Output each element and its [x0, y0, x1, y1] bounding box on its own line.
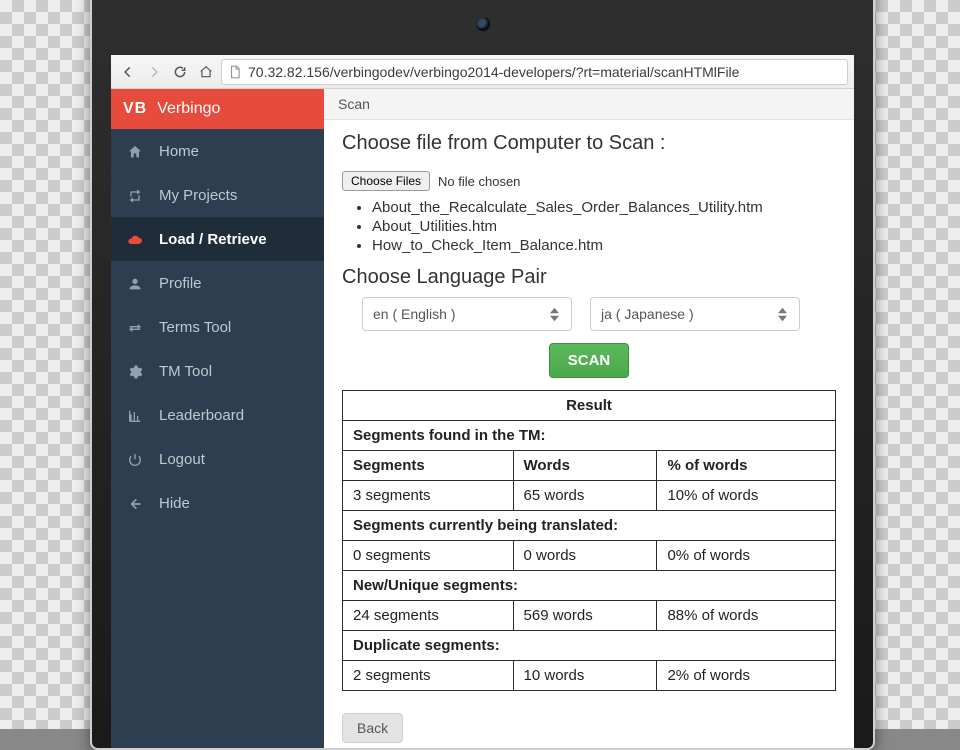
table-row: New/Unique segments: [343, 571, 836, 601]
back-button[interactable]: Back [342, 713, 403, 743]
home-icon [127, 144, 145, 160]
user-icon [127, 276, 145, 292]
sidebar-item-label: Home [159, 143, 199, 160]
content-area: Scan Choose file from Computer to Scan :… [324, 89, 854, 748]
browser-toolbar: 70.32.82.156/verbingodev/verbingo2014-de… [111, 55, 854, 89]
file-chooser: Choose Files No file chosen [342, 171, 520, 191]
retweet-icon [127, 188, 145, 204]
back-browser-button[interactable] [117, 61, 139, 83]
address-url: 70.32.82.156/verbingodev/verbingo2014-de… [248, 64, 739, 80]
chosen-file-list: About_the_Recalculate_Sales_Order_Balanc… [372, 199, 836, 254]
no-file-chosen-text: No file chosen [438, 174, 520, 189]
sidebar-item-label: Profile [159, 275, 202, 292]
brand-badge: VB [123, 100, 147, 118]
brand-name: Verbingo [157, 100, 220, 118]
sidebar-item-label: My Projects [159, 187, 237, 204]
sidebar: VB Verbingo Home My Projects [111, 89, 324, 748]
choose-files-button[interactable]: Choose Files [342, 171, 430, 191]
reload-browser-button[interactable] [169, 61, 191, 83]
list-item: How_to_Check_Item_Balance.htm [372, 237, 836, 254]
gear-icon [127, 364, 145, 380]
sidebar-item-load-retrieve[interactable]: Load / Retrieve [111, 217, 324, 261]
scan-button[interactable]: SCAN [549, 343, 630, 378]
sidebar-item-label: Leaderboard [159, 407, 244, 424]
sidebar-item-label: Terms Tool [159, 319, 231, 336]
sidebar-item-my-projects[interactable]: My Projects [111, 173, 324, 217]
sidebar-item-home[interactable]: Home [111, 129, 324, 173]
sidebar-item-profile[interactable]: Profile [111, 261, 324, 305]
sidebar-item-terms-tool[interactable]: Terms Tool [111, 305, 324, 349]
result-table: Result Segments found in the TM: Segment… [342, 390, 836, 691]
sidebar-item-leaderboard[interactable]: Leaderboard [111, 393, 324, 437]
exchange-icon [127, 320, 145, 336]
sidebar-item-tm-tool[interactable]: TM Tool [111, 349, 324, 393]
page-title: Scan [324, 89, 854, 120]
tablet-screen: 70.32.82.156/verbingodev/verbingo2014-de… [111, 55, 854, 748]
chevron-up-down-icon [775, 307, 789, 322]
table-row: Segments found in the TM: [343, 421, 836, 451]
sidebar-item-label: Hide [159, 495, 190, 512]
chevron-up-down-icon [547, 307, 561, 322]
choose-file-heading: Choose file from Computer to Scan : [342, 132, 665, 155]
choose-lang-pair-heading: Choose Language Pair [342, 266, 836, 289]
table-row: Segments currently being translated: [343, 511, 836, 541]
sidebar-item-label: Load / Retrieve [159, 231, 267, 248]
tablet-bezel: 70.32.82.156/verbingodev/verbingo2014-de… [90, 0, 875, 750]
target-language-value: ja ( Japanese ) [601, 306, 694, 322]
list-item: About_the_Recalculate_Sales_Order_Balanc… [372, 199, 836, 216]
source-language-select[interactable]: en ( English ) [362, 297, 572, 331]
power-icon [127, 452, 145, 468]
result-header: Result [343, 391, 836, 421]
forward-browser-button[interactable] [143, 61, 165, 83]
tablet-camera [476, 17, 490, 31]
source-language-value: en ( English ) [373, 306, 455, 322]
brand[interactable]: VB Verbingo [111, 89, 324, 129]
table-row: 0 segments 0 words 0% of words [343, 541, 836, 571]
sidebar-item-hide[interactable]: Hide [111, 481, 324, 525]
arrow-left-icon [127, 496, 145, 512]
table-row: 24 segments 569 words 88% of words [343, 601, 836, 631]
table-row: Segments Words % of words [343, 451, 836, 481]
sidebar-item-label: TM Tool [159, 363, 212, 380]
sidebar-item-label: Logout [159, 451, 205, 468]
table-row: Duplicate segments: [343, 631, 836, 661]
sidebar-item-logout[interactable]: Logout [111, 437, 324, 481]
address-bar[interactable]: 70.32.82.156/verbingodev/verbingo2014-de… [221, 59, 848, 85]
table-row: 2 segments 10 words 2% of words [343, 661, 836, 691]
cloud-icon [127, 232, 145, 248]
table-row: 3 segments 65 words 10% of words [343, 481, 836, 511]
bar-chart-icon [127, 408, 145, 424]
page-icon [228, 65, 242, 79]
list-item: About_Utilities.htm [372, 218, 836, 235]
home-browser-button[interactable] [195, 61, 217, 83]
target-language-select[interactable]: ja ( Japanese ) [590, 297, 800, 331]
